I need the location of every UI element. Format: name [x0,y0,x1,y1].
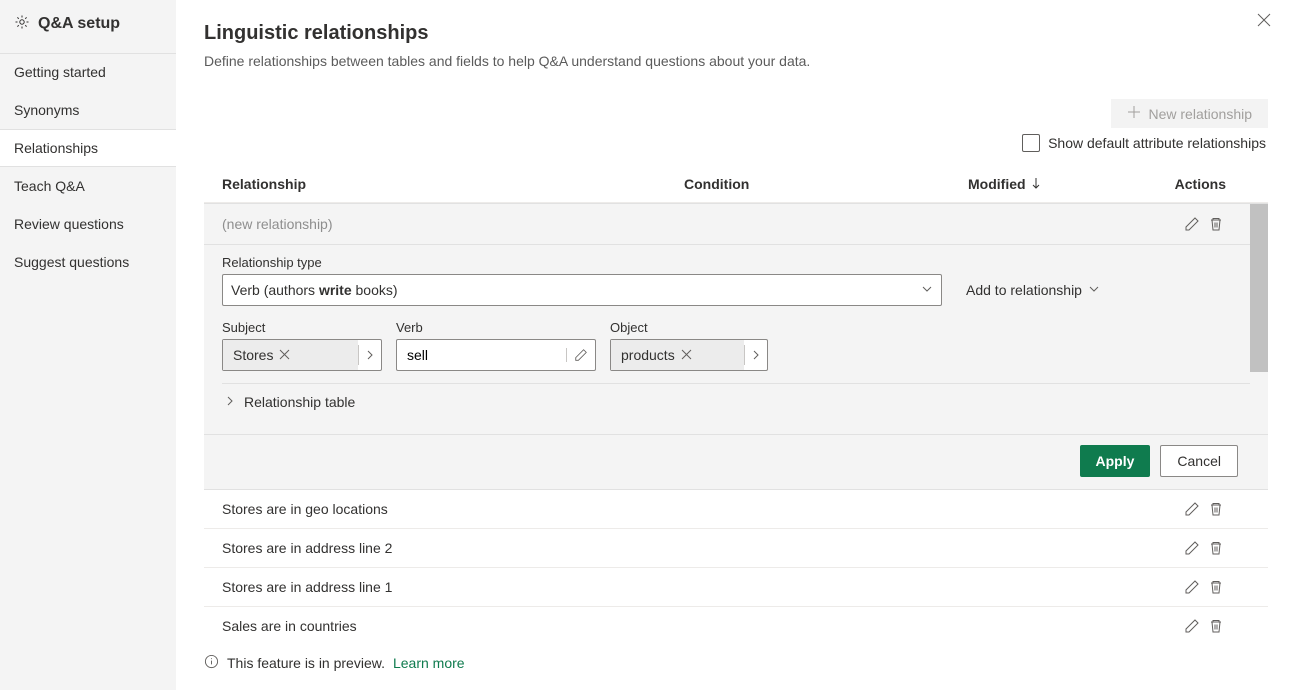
gear-icon [14,14,30,33]
object-label: Object [610,320,768,335]
plus-icon [1127,105,1141,122]
scrollbar[interactable] [1250,204,1268,372]
relationship-table-toggle[interactable]: Relationship table [222,383,1250,420]
object-chip: products [611,340,744,370]
form-area: Relationship type Verb (authors write bo… [204,245,1268,434]
new-relationship-label: New relationship [1149,106,1253,122]
show-defaults-label: Show default attribute relationships [1048,135,1266,151]
sidebar-item-synonyms[interactable]: Synonyms [0,91,176,129]
subject-field-group: Subject Stores [222,320,382,371]
chevron-down-icon [921,282,933,298]
cancel-button[interactable]: Cancel [1160,445,1238,477]
row-text: Stores are in address line 2 [218,540,1184,556]
sidebar-item-suggest-questions[interactable]: Suggest questions [0,243,176,281]
edit-icon[interactable] [1184,501,1200,517]
relationship-type-select[interactable]: Verb (authors write books) [222,274,942,306]
sidebar-item-review-questions[interactable]: Review questions [0,205,176,243]
delete-icon[interactable] [1208,618,1224,634]
verb-field-group: Verb [396,320,596,371]
table-row[interactable]: Stores are in address line 1 [204,568,1268,607]
table-header: Relationship Condition Modified Actions [204,166,1268,203]
action-buttons: Apply Cancel [204,434,1268,489]
add-to-relationship-button[interactable]: Add to relationship [966,282,1100,298]
table-row[interactable]: Sales are in countries [204,607,1268,636]
verb-input-wrap [396,339,596,371]
verb-label: Verb [396,320,596,335]
subject-value: Stores [233,347,273,363]
new-relationship-placeholder: (new relationship) [218,216,1184,232]
relationship-type-label: Relationship type [222,255,1250,270]
show-defaults-row: Show default attribute relationships [204,134,1268,152]
edit-icon[interactable] [1184,540,1200,556]
subject-chip: Stores [223,340,358,370]
footer: This feature is in preview. Learn more [204,636,1268,690]
sidebar-header: Q&A setup [0,0,176,47]
sidebar: Q&A setup Getting started Synonyms Relat… [0,0,176,690]
object-input[interactable]: products [610,339,768,371]
subject-label: Subject [222,320,382,335]
learn-more-link[interactable]: Learn more [393,655,465,671]
subject-expand-icon[interactable] [359,350,381,360]
close-button[interactable] [1256,12,1272,31]
delete-icon[interactable] [1208,216,1224,232]
delete-icon[interactable] [1208,540,1224,556]
info-icon [204,654,219,672]
column-actions: Actions [1168,176,1254,192]
relationships-table: Relationship Condition Modified Actions … [204,166,1268,636]
sort-down-icon [1030,176,1042,192]
preview-text: This feature is in preview. [227,655,385,671]
delete-icon[interactable] [1208,501,1224,517]
sidebar-item-getting-started[interactable]: Getting started [0,53,176,91]
chevron-down-icon [1088,282,1100,298]
verb-input[interactable] [397,340,566,370]
chevron-right-icon [224,394,236,410]
row-text: Stores are in address line 1 [218,579,1184,595]
edit-panel: (new relationship) Relationship type Ver… [204,203,1268,490]
sidebar-title: Q&A setup [38,15,120,33]
sidebar-item-relationships[interactable]: Relationships [0,129,176,167]
new-relationship-row: (new relationship) [204,204,1268,245]
clear-object-icon[interactable] [681,347,692,363]
object-expand-icon[interactable] [745,350,767,360]
object-value: products [621,347,675,363]
row-text: Sales are in countries [218,618,1184,634]
main: Linguistic relationships Define relation… [176,0,1290,690]
relationship-table-label: Relationship table [244,394,355,410]
sidebar-item-teach-qa[interactable]: Teach Q&A [0,167,176,205]
page-subtitle: Define relationships between tables and … [204,53,1268,69]
column-condition[interactable]: Condition [684,176,968,192]
column-relationship[interactable]: Relationship [218,176,684,192]
apply-button[interactable]: Apply [1080,445,1151,477]
add-to-relationship-label: Add to relationship [966,282,1082,298]
scrollbar-thumb[interactable] [1250,204,1268,372]
page-title: Linguistic relationships [204,22,1268,45]
edit-icon[interactable] [1184,618,1200,634]
show-defaults-checkbox[interactable] [1022,134,1040,152]
delete-icon[interactable] [1208,579,1224,595]
verb-edit-icon[interactable] [566,348,595,362]
column-modified-label: Modified [968,176,1026,192]
row-text: Stores are in geo locations [218,501,1184,517]
clear-subject-icon[interactable] [279,347,290,363]
column-modified[interactable]: Modified [968,176,1168,192]
relationship-type-value: Verb (authors write books) [231,282,398,298]
table-row[interactable]: Stores are in geo locations [204,490,1268,529]
object-field-group: Object products [610,320,768,371]
new-relationship-button[interactable]: New relationship [1111,99,1269,128]
table-row[interactable]: Stores are in address line 2 [204,529,1268,568]
toolbar: New relationship [204,99,1268,128]
edit-icon[interactable] [1184,579,1200,595]
edit-icon[interactable] [1184,216,1200,232]
subject-input[interactable]: Stores [222,339,382,371]
